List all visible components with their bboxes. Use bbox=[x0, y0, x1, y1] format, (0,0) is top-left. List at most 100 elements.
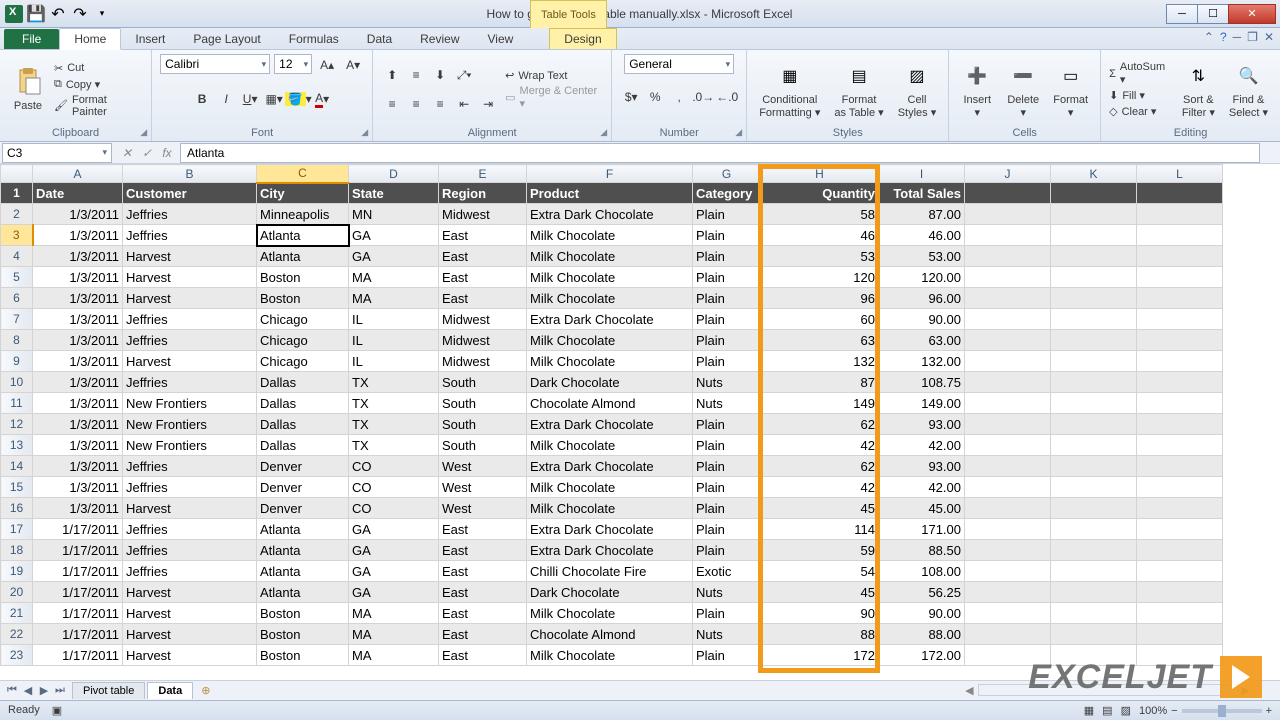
cell-J10[interactable] bbox=[965, 372, 1051, 393]
cell-H2[interactable]: 58 bbox=[761, 204, 879, 225]
cell-I10[interactable]: 108.75 bbox=[879, 372, 965, 393]
header-cell[interactable]: State bbox=[349, 183, 439, 204]
cell-B14[interactable]: Jeffries bbox=[123, 456, 257, 477]
cell-H14[interactable]: 62 bbox=[761, 456, 879, 477]
cell-C13[interactable]: Dallas bbox=[257, 435, 349, 456]
cell-D20[interactable]: GA bbox=[349, 582, 439, 603]
cell-H3[interactable]: 46 bbox=[761, 225, 879, 246]
cell-H11[interactable]: 149 bbox=[761, 393, 879, 414]
cell-B15[interactable]: Jeffries bbox=[123, 477, 257, 498]
col-header-K[interactable]: K bbox=[1051, 165, 1137, 183]
number-format-combo[interactable]: General bbox=[624, 54, 734, 74]
cell-I11[interactable]: 149.00 bbox=[879, 393, 965, 414]
cell-K19[interactable] bbox=[1051, 561, 1137, 582]
header-cell[interactable]: Quantity bbox=[761, 183, 879, 204]
cell-C12[interactable]: Dallas bbox=[257, 414, 349, 435]
cell-A22[interactable]: 1/17/2011 bbox=[33, 624, 123, 645]
zoom-slider[interactable] bbox=[1182, 709, 1262, 713]
cell-K17[interactable] bbox=[1051, 519, 1137, 540]
cell-G8[interactable]: Plain bbox=[693, 330, 761, 351]
header-cell[interactable] bbox=[1137, 183, 1223, 204]
row-header-19[interactable]: 19 bbox=[1, 561, 33, 582]
cell-I23[interactable]: 172.00 bbox=[879, 645, 965, 666]
cell-D4[interactable]: GA bbox=[349, 246, 439, 267]
cell-B13[interactable]: New Frontiers bbox=[123, 435, 257, 456]
minimize-ribbon-icon[interactable]: ⌃ bbox=[1204, 30, 1214, 44]
cell-L12[interactable] bbox=[1137, 414, 1223, 435]
cell-K22[interactable] bbox=[1051, 624, 1137, 645]
cell-F17[interactable]: Extra Dark Chocolate bbox=[527, 519, 693, 540]
row-header-13[interactable]: 13 bbox=[1, 435, 33, 456]
col-header-A[interactable]: A bbox=[33, 165, 123, 183]
cell-L10[interactable] bbox=[1137, 372, 1223, 393]
cell-J20[interactable] bbox=[965, 582, 1051, 603]
cell-E12[interactable]: South bbox=[439, 414, 527, 435]
cell-G19[interactable]: Exotic bbox=[693, 561, 761, 582]
row-header-10[interactable]: 10 bbox=[1, 372, 33, 393]
cell-E5[interactable]: East bbox=[439, 267, 527, 288]
row-header-14[interactable]: 14 bbox=[1, 456, 33, 477]
cell-I13[interactable]: 42.00 bbox=[879, 435, 965, 456]
bold-button[interactable]: B bbox=[191, 88, 213, 110]
help-icon[interactable]: ? bbox=[1220, 30, 1227, 44]
row-header-4[interactable]: 4 bbox=[1, 246, 33, 267]
cell-K16[interactable] bbox=[1051, 498, 1137, 519]
cell-D2[interactable]: MN bbox=[349, 204, 439, 225]
decrease-decimal-icon[interactable]: ←.0 bbox=[716, 86, 738, 108]
cell-H4[interactable]: 53 bbox=[761, 246, 879, 267]
cell-D15[interactable]: CO bbox=[349, 477, 439, 498]
cell-E13[interactable]: South bbox=[439, 435, 527, 456]
cell-F21[interactable]: Milk Chocolate bbox=[527, 603, 693, 624]
cell-G12[interactable]: Plain bbox=[693, 414, 761, 435]
cell-G5[interactable]: Plain bbox=[693, 267, 761, 288]
cell-A9[interactable]: 1/3/2011 bbox=[33, 351, 123, 372]
name-box[interactable]: C3▾ bbox=[2, 143, 112, 163]
cell-J13[interactable] bbox=[965, 435, 1051, 456]
currency-button[interactable]: $▾ bbox=[620, 86, 642, 108]
zoom-out-icon[interactable]: − bbox=[1171, 705, 1177, 717]
tab-file[interactable]: File bbox=[4, 29, 59, 49]
cell-C11[interactable]: Dallas bbox=[257, 393, 349, 414]
cell-C8[interactable]: Chicago bbox=[257, 330, 349, 351]
cell-E10[interactable]: South bbox=[439, 372, 527, 393]
row-header-6[interactable]: 6 bbox=[1, 288, 33, 309]
cell-F10[interactable]: Dark Chocolate bbox=[527, 372, 693, 393]
cell-L3[interactable] bbox=[1137, 225, 1223, 246]
cell-styles-button[interactable]: ▨Cell Styles ▾ bbox=[894, 58, 941, 120]
cell-L21[interactable] bbox=[1137, 603, 1223, 624]
align-right-icon[interactable]: ≡ bbox=[429, 93, 451, 115]
italic-button[interactable]: I bbox=[215, 88, 237, 110]
row-header-9[interactable]: 9 bbox=[1, 351, 33, 372]
orientation-icon[interactable]: ⤢▾ bbox=[453, 64, 475, 86]
enter-formula-icon[interactable]: ✓ bbox=[138, 144, 156, 162]
cell-G16[interactable]: Plain bbox=[693, 498, 761, 519]
cell-G20[interactable]: Nuts bbox=[693, 582, 761, 603]
cell-B12[interactable]: New Frontiers bbox=[123, 414, 257, 435]
cell-H6[interactable]: 96 bbox=[761, 288, 879, 309]
cell-F18[interactable]: Extra Dark Chocolate bbox=[527, 540, 693, 561]
minimize-button[interactable]: ─ bbox=[1166, 4, 1198, 24]
cell-D8[interactable]: IL bbox=[349, 330, 439, 351]
cell-B20[interactable]: Harvest bbox=[123, 582, 257, 603]
cell-J5[interactable] bbox=[965, 267, 1051, 288]
cell-C22[interactable]: Boston bbox=[257, 624, 349, 645]
row-header-3[interactable]: 3 bbox=[1, 225, 33, 246]
cell-I20[interactable]: 56.25 bbox=[879, 582, 965, 603]
cell-B17[interactable]: Jeffries bbox=[123, 519, 257, 540]
cell-D18[interactable]: GA bbox=[349, 540, 439, 561]
cell-K15[interactable] bbox=[1051, 477, 1137, 498]
cell-G21[interactable]: Plain bbox=[693, 603, 761, 624]
cell-C2[interactable]: Minneapolis bbox=[257, 204, 349, 225]
formula-input[interactable]: Atlanta bbox=[180, 143, 1260, 163]
cell-A23[interactable]: 1/17/2011 bbox=[33, 645, 123, 666]
cell-G9[interactable]: Plain bbox=[693, 351, 761, 372]
cell-J21[interactable] bbox=[965, 603, 1051, 624]
cell-A12[interactable]: 1/3/2011 bbox=[33, 414, 123, 435]
align-bottom-icon[interactable]: ⬇ bbox=[429, 64, 451, 86]
cell-B7[interactable]: Jeffries bbox=[123, 309, 257, 330]
cell-J7[interactable] bbox=[965, 309, 1051, 330]
col-header-C[interactable]: C bbox=[257, 165, 349, 183]
cell-G11[interactable]: Nuts bbox=[693, 393, 761, 414]
cell-H12[interactable]: 62 bbox=[761, 414, 879, 435]
cell-B8[interactable]: Jeffries bbox=[123, 330, 257, 351]
